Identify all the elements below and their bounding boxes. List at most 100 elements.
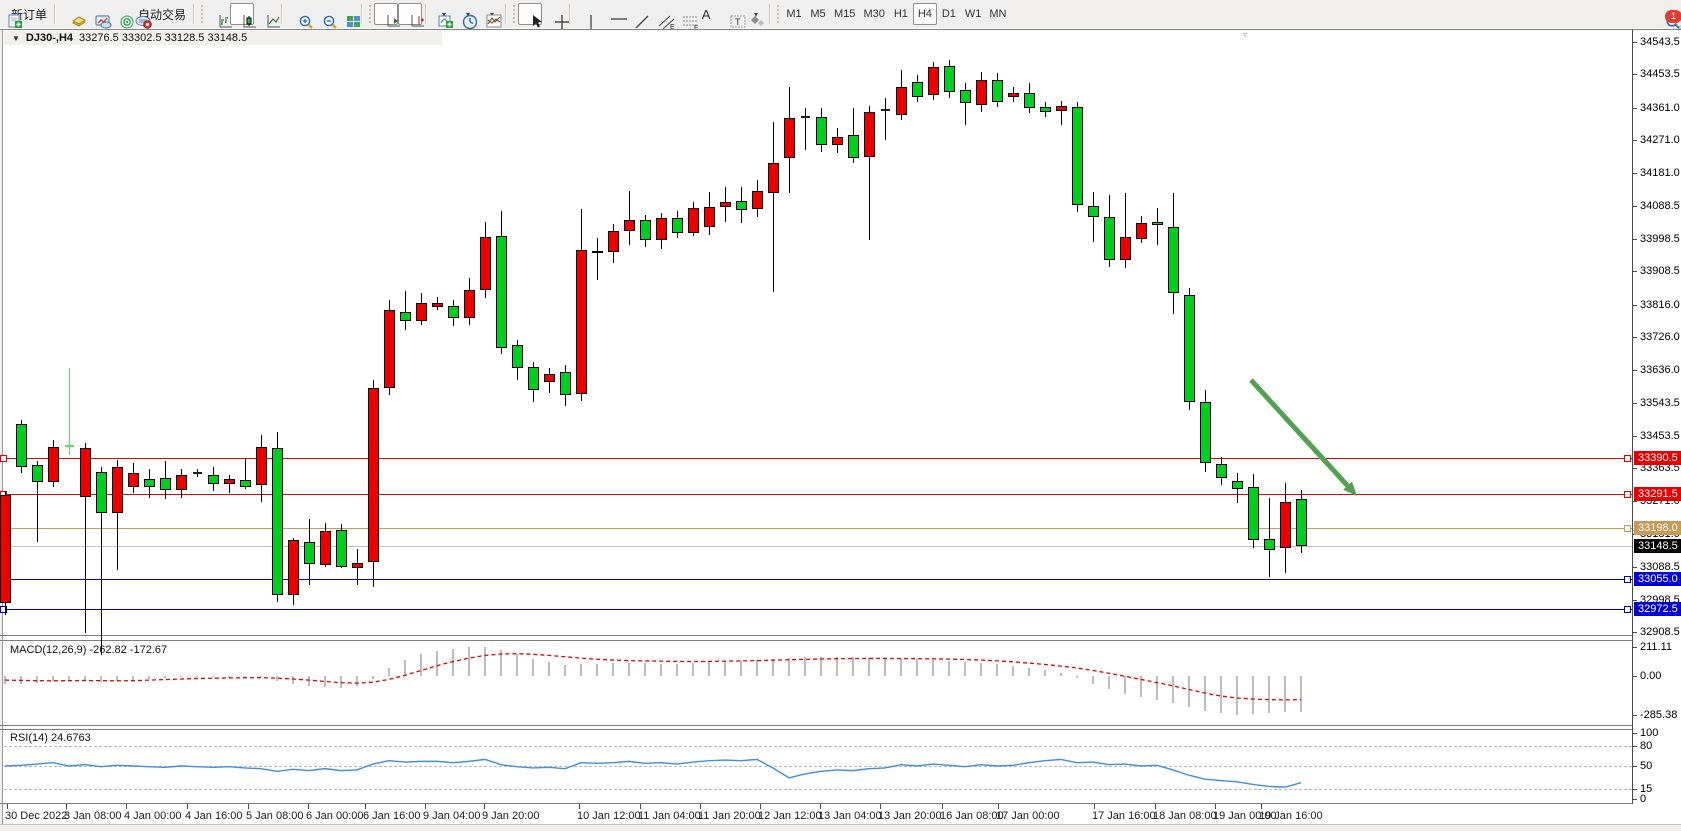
horizontal-line[interactable] bbox=[4, 609, 1632, 610]
tab-timeframe-M30[interactable]: M30 bbox=[859, 3, 888, 25]
macd-axis-label: -285.38 bbox=[1640, 709, 1677, 721]
date-label: 12 Jan 12:00 bbox=[758, 810, 822, 822]
candle-body bbox=[640, 220, 651, 240]
macd-histogram-bar bbox=[900, 659, 902, 676]
horizontal-line[interactable] bbox=[4, 458, 1632, 459]
cursor-button[interactable] bbox=[518, 3, 542, 25]
candle-body bbox=[336, 530, 347, 567]
tab-timeframe-H1[interactable]: H1 bbox=[889, 3, 913, 25]
macd-histogram-bar bbox=[948, 661, 950, 676]
line-endpoint-marker[interactable] bbox=[1624, 455, 1631, 462]
horizontal-line[interactable] bbox=[4, 579, 1632, 580]
macd-histogram-bar bbox=[372, 676, 374, 679]
date-tick bbox=[308, 804, 309, 809]
price-tick-label: 34271.0 bbox=[1640, 134, 1680, 146]
indicators-button[interactable]: ▾ bbox=[478, 3, 502, 25]
candle-body bbox=[1280, 502, 1291, 548]
macd-histogram-bar bbox=[292, 676, 294, 684]
candle-body bbox=[48, 447, 59, 482]
candle-body bbox=[576, 250, 587, 394]
status-strip bbox=[0, 824, 1681, 831]
chart-autoscroll-button[interactable] bbox=[374, 3, 398, 25]
tab-timeframe-M15[interactable]: M15 bbox=[830, 3, 859, 25]
tab-timeframe-M5[interactable]: M5 bbox=[806, 3, 830, 25]
macd-histogram-bar bbox=[1156, 676, 1158, 700]
date-tick bbox=[998, 804, 999, 809]
auto-trading-button[interactable]: 自动交易 bbox=[131, 3, 190, 25]
macd-histogram-bar bbox=[228, 676, 230, 678]
macd-axis-tick bbox=[1633, 676, 1637, 677]
candle-body bbox=[912, 82, 923, 97]
line-endpoint-marker[interactable] bbox=[0, 455, 7, 462]
line-endpoint-marker[interactable] bbox=[1624, 525, 1631, 532]
macd-signal-line[interactable] bbox=[0, 30, 1632, 831]
panel-border bbox=[0, 803, 1632, 804]
hline-button[interactable] bbox=[598, 3, 622, 25]
line-endpoint-marker[interactable] bbox=[1624, 576, 1631, 583]
new-order-button[interactable]: 新订单 bbox=[4, 3, 51, 25]
macd-histogram-bar bbox=[500, 650, 502, 676]
date-tick bbox=[126, 804, 127, 809]
macd-histogram-bar bbox=[1172, 676, 1174, 703]
label-button[interactable]: T bbox=[718, 3, 742, 25]
new-chart-button[interactable]: ▾ bbox=[430, 3, 454, 25]
candle-body bbox=[720, 202, 731, 207]
line-endpoint-marker[interactable] bbox=[1624, 491, 1631, 498]
toolbar-right: 1 bbox=[1665, 0, 1675, 28]
horizontal-line[interactable] bbox=[4, 528, 1632, 529]
macd-histogram-bar bbox=[1060, 673, 1062, 676]
rsi-line[interactable] bbox=[0, 30, 1632, 831]
price-tick bbox=[1633, 42, 1637, 43]
candle-body bbox=[1152, 222, 1163, 225]
period-button[interactable]: ▾ bbox=[454, 3, 478, 25]
drawn-arrow[interactable] bbox=[0, 30, 1632, 831]
doji-dash bbox=[881, 109, 890, 111]
price-tick bbox=[1633, 173, 1637, 174]
mt4-terminal-window: 新订单 自动交易 bbox=[0, 0, 1681, 831]
rsi-value: 24.6763 bbox=[51, 732, 91, 744]
candle-body bbox=[928, 67, 939, 94]
tab-timeframe-H4[interactable]: H4 bbox=[913, 3, 937, 25]
price-badge: 32972.5 bbox=[1634, 602, 1681, 616]
macd-histogram-bar bbox=[804, 657, 806, 676]
date-label: 11 Jan 04:00 bbox=[638, 810, 701, 822]
line-endpoint-marker[interactable] bbox=[1624, 606, 1631, 613]
tab-timeframe-MN[interactable]: MN bbox=[985, 3, 1010, 25]
tab-timeframe-D1[interactable]: D1 bbox=[937, 3, 961, 25]
market-button[interactable] bbox=[59, 3, 83, 25]
chart-plot-area[interactable]: 34543.534453.534361.034271.034181.034088… bbox=[0, 30, 1681, 831]
vline-button[interactable] bbox=[574, 3, 598, 25]
macd-histogram-bar bbox=[212, 676, 214, 677]
tab-timeframe-M1[interactable]: M1 bbox=[782, 3, 806, 25]
price-tick-label: 33816.0 bbox=[1640, 299, 1680, 311]
date-label: 13 Jan 20:00 bbox=[878, 810, 942, 822]
macd-histogram-bar bbox=[836, 657, 838, 676]
date-label: 9 Jan 04:00 bbox=[423, 810, 481, 822]
candle-body bbox=[528, 367, 539, 390]
date-tick bbox=[248, 804, 249, 809]
macd-histogram-bar bbox=[164, 676, 166, 678]
date-tick bbox=[760, 804, 761, 809]
candle-body bbox=[240, 480, 251, 487]
macd-histogram-bar bbox=[436, 651, 438, 676]
macd-histogram-bar bbox=[1204, 676, 1206, 711]
rsi-axis-tick bbox=[1633, 789, 1637, 790]
price-tick-label: 34181.0 bbox=[1640, 167, 1680, 179]
crosshair-button[interactable] bbox=[542, 3, 566, 25]
horizontal-line[interactable] bbox=[4, 494, 1632, 495]
candle-body bbox=[448, 306, 459, 318]
zoom-in-button[interactable] bbox=[286, 3, 310, 25]
candle-body bbox=[624, 220, 635, 231]
macd-name: MACD(12,26,9) bbox=[10, 644, 86, 656]
macd-histogram-bar bbox=[1300, 676, 1302, 712]
candle-body bbox=[144, 479, 155, 488]
price-tick bbox=[1633, 74, 1637, 75]
candle-body bbox=[608, 231, 619, 252]
candle-body bbox=[384, 310, 395, 388]
candle-body bbox=[416, 303, 427, 321]
tab-timeframe-W1[interactable]: W1 bbox=[961, 3, 986, 25]
price-tick bbox=[1633, 140, 1637, 141]
macd-histogram-bar bbox=[68, 676, 70, 680]
bar-chart-button[interactable] bbox=[206, 3, 230, 25]
price-tick-label: 33726.0 bbox=[1640, 331, 1680, 343]
